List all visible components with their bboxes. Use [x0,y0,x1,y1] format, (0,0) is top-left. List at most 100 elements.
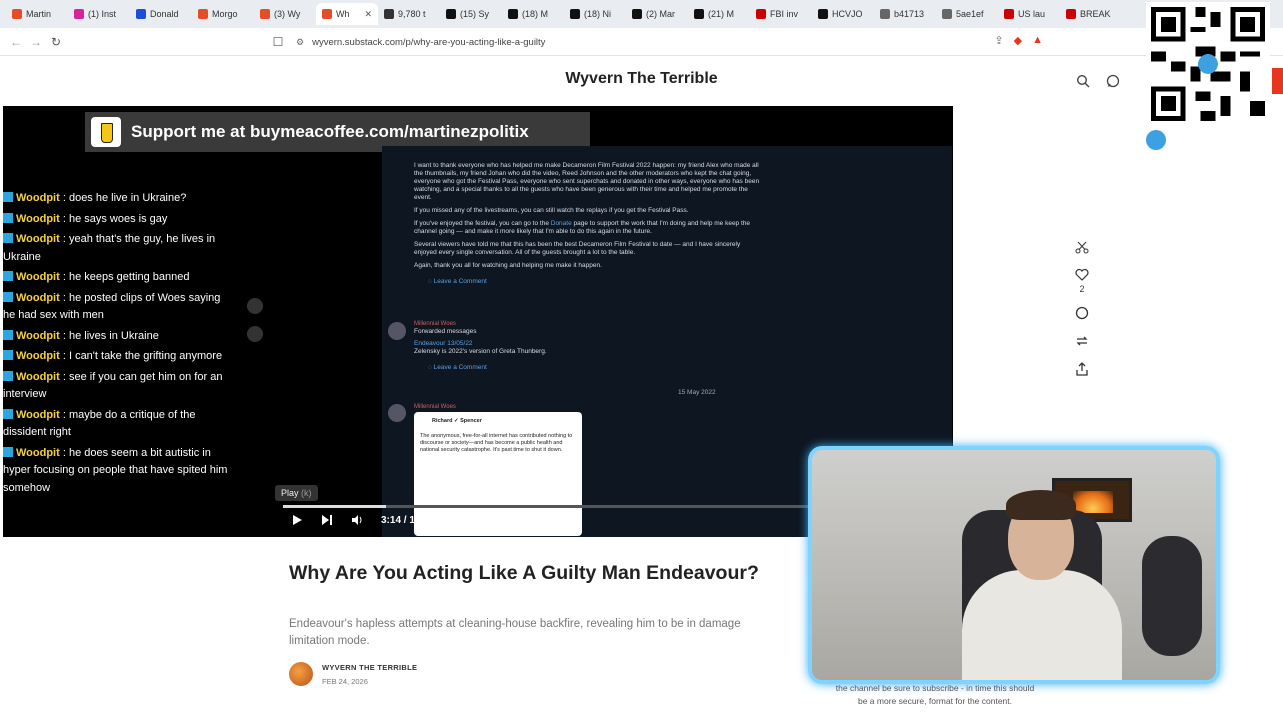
chat-separator: : [59,408,69,421]
browser-tab[interactable]: (18) M [502,3,564,25]
tab-favicon-icon [260,9,270,19]
chat-username: Woodpit [16,446,60,459]
time-display: 3:14 / 16:06 [381,514,435,526]
tab-label: (21) M [708,9,735,19]
browser-tab[interactable]: Morgo [192,3,254,25]
publish-date: FEB 24, 2026 [322,677,368,686]
leave-comment-link[interactable]: ◌ Leave a Comment [414,364,764,372]
chat-message: Woodpit : he posted clips of Woes saying… [3,290,231,325]
tab-close-icon[interactable]: ✕ [364,9,372,20]
share-icon[interactable] [1075,362,1089,376]
sender-name: Millennial Woes [414,404,456,410]
url-field[interactable]: ⚙ wyvern.substack.com/p/why-are-you-acti… [296,34,545,50]
browser-tab[interactable]: 9,780 t [378,3,440,25]
browser-tab[interactable]: (18) Ni [564,3,626,25]
chat-text: he keeps getting banned [68,271,190,283]
site-info-icon[interactable]: ⚙ [296,37,304,48]
tab-favicon-icon [74,9,84,19]
scissors-icon[interactable] [1075,240,1089,254]
chat-separator: : [59,370,69,383]
youtube-badge-icon [3,291,13,302]
share-icon[interactable]: ⇪ [994,34,1003,47]
tg-para: Again, thank you all for watching and he… [414,262,602,269]
youtube-badge-icon [3,329,13,340]
chat-username: Woodpit [16,408,60,421]
chat-separator: : [59,446,69,459]
comment-icon[interactable] [1075,306,1089,320]
tab-favicon-icon [632,9,642,19]
chat-message: Woodpit : he lives in Ukraine [3,328,231,346]
next-icon[interactable] [321,514,333,526]
browser-tab[interactable]: (15) Sy [440,3,502,25]
tab-label: (15) Sy [460,9,490,19]
chat-username: Woodpit [16,291,60,304]
streamer-body [962,570,1122,680]
browser-tab[interactable]: Martin [6,3,68,25]
tab-favicon-icon [1066,9,1076,19]
address-bar: ← → ↻ ☐ ⚙ wyvern.substack.com/p/why-are-… [0,28,1283,56]
tab-label: (2) Mar [646,9,675,19]
tg-para: I want to thank everyone who has helped … [414,162,760,201]
webcam-overlay [808,446,1220,684]
brave-shield-icon[interactable]: ◆ [1014,34,1022,47]
browser-tab[interactable]: US lau [998,3,1060,25]
author-avatar[interactable] [289,662,313,686]
chat-text: he says woes is gay [68,212,168,225]
browser-tab[interactable]: 5ae1ef [936,3,998,25]
forwarded-label: Forwarded messages [414,328,477,335]
tweet-text: The anonymous, free-for-all internet has… [420,433,573,453]
browser-tab[interactable]: BREAK [1060,3,1122,25]
headphones-icon [247,326,263,342]
subscribe-button-edge[interactable] [1272,68,1283,94]
browser-tab[interactable]: (2) Mar [626,3,688,25]
restack-icon[interactable] [1075,334,1089,348]
chat-icon[interactable] [1106,74,1120,88]
chat-message: Woodpit : he keeps getting banned [3,269,231,287]
rewards-icon[interactable]: ▲ [1032,34,1043,47]
browser-tab[interactable]: Wh ✕ [316,3,378,25]
tab-favicon-icon [694,9,704,19]
stream-chat: Woodpit : does he live in Ukraine? Woodpi… [3,190,231,500]
camera-icon [247,298,263,314]
forward-icon[interactable]: → [26,35,46,49]
article-subtitle: Endeavour's hapless attempts at cleaning… [289,618,741,647]
browser-tab[interactable]: FBI inv [750,3,812,25]
tab-favicon-icon [570,9,580,19]
heart-icon[interactable] [1075,268,1089,282]
browser-tab[interactable]: (3) Wy [254,3,316,25]
chat-text: I can't take the grifting anymore [68,350,223,362]
tab-label: HCVJO [832,9,863,19]
chat-username: Woodpit [16,370,60,383]
leave-comment-link[interactable]: ◌ Leave a Comment [414,278,764,286]
tab-favicon-icon [1004,9,1014,19]
bookmark-icon[interactable]: ☐ [268,35,288,49]
progress-bar[interactable] [283,505,813,508]
youtube-badge-icon [3,212,13,223]
chat-username: Woodpit [16,233,60,245]
search-icon[interactable] [1076,74,1090,88]
tg-post-2: Millennial Woes Forwarded messages Endea… [414,320,764,372]
play-icon[interactable] [291,514,303,526]
tg-post-1: I want to thank everyone who has helped … [414,162,764,286]
chat-separator: : [59,233,69,245]
coffee-cup-icon [91,117,121,147]
browser-tab[interactable]: b41713 [874,3,936,25]
browser-tab[interactable]: HCVJO [812,3,874,25]
tab-label: US lau [1018,9,1046,19]
browser-tab[interactable]: (1) Inst [68,3,130,25]
article-title: Why Are You Acting Like A Guilty Man End… [289,562,759,584]
browser-tab[interactable]: Donald [130,3,192,25]
tab-label: 5ae1ef [956,9,984,19]
powerchat-icon [1146,130,1166,150]
youtube-badge-icon [3,408,13,419]
volume-icon[interactable] [351,514,363,526]
chat-message: Woodpit : see if you can get him on for … [3,369,231,404]
tg-para: If you missed any of the livestreams, yo… [414,207,689,214]
tweet-screenshot: Richard ✓ Spencer The anonymous, free-fo… [414,412,582,536]
tab-label: Wh [336,9,350,19]
reload-icon[interactable]: ↻ [46,35,66,49]
back-icon[interactable]: ← [6,35,26,49]
author-name[interactable]: WYVERN THE TERRIBLE [322,663,417,672]
chat-username: Woodpit [16,212,60,225]
browser-tab[interactable]: (21) M [688,3,750,25]
